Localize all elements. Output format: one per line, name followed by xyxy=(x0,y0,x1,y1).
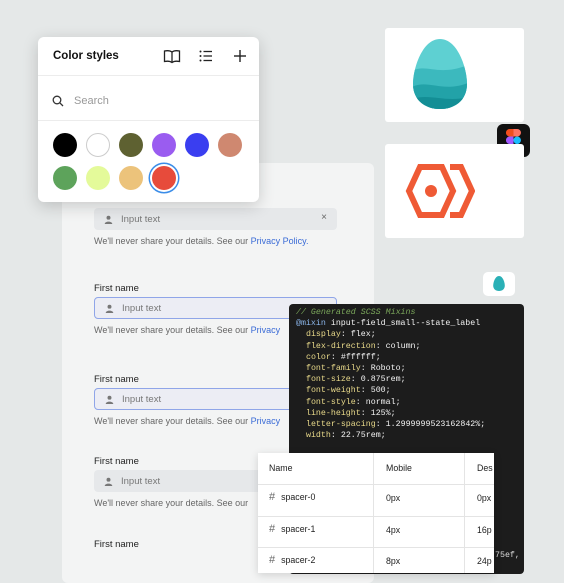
css-property: font-style xyxy=(305,397,356,407)
css-property: font-size xyxy=(305,375,351,385)
input-placeholder: Input text xyxy=(121,213,161,225)
css-property: line-height xyxy=(305,408,361,418)
clear-icon[interactable]: × xyxy=(321,212,327,223)
swatch-blue[interactable] xyxy=(185,133,209,157)
hexagon-logo-card[interactable] xyxy=(385,144,524,238)
privacy-link[interactable]: Privacy Policy. xyxy=(251,236,309,246)
row-divider xyxy=(258,547,494,548)
list-view-icon[interactable] xyxy=(197,47,215,65)
css-property: letter-spacing xyxy=(305,420,376,430)
css-property: color xyxy=(305,352,331,362)
text-input[interactable]: Input text × xyxy=(94,208,337,230)
spacer-table: Name Mobile Des # spacer-0 0px 0px # spacer-1… xyxy=(258,453,494,573)
spacer-name-cell: # spacer-0 xyxy=(269,491,315,503)
spacer-name: spacer-1 xyxy=(281,524,316,534)
code-comment: // Generated SCSS Mixins xyxy=(296,308,416,317)
column-divider xyxy=(464,453,465,573)
form-group: Input text × We'll never share your deta… xyxy=(94,208,337,246)
css-value: 500 xyxy=(370,386,386,396)
css-property: width xyxy=(305,431,331,441)
css-property: display xyxy=(305,330,341,340)
desktop-value-cell: 16p xyxy=(477,525,492,535)
css-value: 125% xyxy=(370,408,391,418)
privacy-link[interactable]: Privacy xyxy=(251,325,281,335)
swatch-red-selected[interactable] xyxy=(152,166,176,190)
egg-logo-icon xyxy=(413,39,467,109)
field-label: First name xyxy=(94,283,139,294)
column-divider xyxy=(373,453,374,573)
person-icon xyxy=(104,477,113,486)
plus-icon[interactable] xyxy=(231,47,249,65)
hash-icon: # xyxy=(269,554,276,566)
library-book-icon[interactable] xyxy=(163,47,181,65)
input-placeholder: Input text xyxy=(122,393,162,405)
css-value: flex xyxy=(350,330,371,340)
css-value: normal xyxy=(365,397,396,407)
privacy-link[interactable]: Privacy xyxy=(251,416,281,426)
popup-title: Color styles xyxy=(53,50,119,62)
egg-mini-icon xyxy=(483,272,515,296)
column-header-name: Name xyxy=(269,463,293,473)
swatch-tan[interactable] xyxy=(119,166,143,190)
swatch-light-yellow[interactable] xyxy=(86,166,110,190)
code-overflow-text: 75ef, xyxy=(495,551,520,560)
spacer-name-cell: # spacer-2 xyxy=(269,554,315,566)
divider xyxy=(38,120,259,121)
divider xyxy=(38,75,259,76)
swatch-terracotta[interactable] xyxy=(218,133,242,157)
swatch-purple[interactable] xyxy=(152,133,176,157)
css-property: font-family xyxy=(305,364,361,374)
search-icon xyxy=(52,95,64,107)
row-divider xyxy=(258,484,494,485)
input-placeholder: Input text xyxy=(122,302,162,314)
swatch-olive[interactable] xyxy=(119,133,143,157)
swatch-green[interactable] xyxy=(53,166,77,190)
mobile-value-cell: 4px xyxy=(386,525,401,535)
hash-icon: # xyxy=(269,491,276,503)
person-icon xyxy=(105,304,114,313)
hash-icon: # xyxy=(269,523,276,535)
egg-logo-card[interactable] xyxy=(385,28,524,122)
input-placeholder: Input text xyxy=(121,475,161,487)
color-styles-popup: Color styles xyxy=(38,37,259,202)
person-icon xyxy=(104,215,113,224)
search-bar xyxy=(52,91,247,111)
css-value: 0.875rem xyxy=(360,375,401,385)
css-value: Roboto xyxy=(370,364,401,374)
search-input[interactable] xyxy=(72,94,226,108)
spacer-name: spacer-0 xyxy=(281,492,316,502)
css-value: 22.75rem xyxy=(340,431,381,441)
hexagon-logo-icon xyxy=(405,164,475,218)
person-icon xyxy=(105,395,114,404)
css-property: font-weight xyxy=(305,386,361,396)
column-header-desktop: Des xyxy=(477,463,493,473)
mixin-name: input-field_small--state_label xyxy=(325,319,481,329)
css-property: flex-direction xyxy=(305,341,376,351)
column-header-mobile: Mobile xyxy=(386,463,412,473)
mixin-keyword: @mixin xyxy=(296,319,326,329)
desktop-value-cell: 0px xyxy=(477,493,492,503)
mobile-value-cell: 0px xyxy=(386,493,401,503)
spacer-name: spacer-2 xyxy=(281,555,316,565)
row-divider xyxy=(258,516,494,517)
swatch-black[interactable] xyxy=(53,133,77,157)
css-value: #ffffff xyxy=(340,352,376,362)
swatch-white[interactable] xyxy=(86,133,110,157)
css-value: column xyxy=(385,341,416,351)
help-text: We'll never share your details. See our … xyxy=(94,236,309,246)
css-value: 1.2999999523162842% xyxy=(385,420,481,430)
spacer-name-cell: # spacer-1 xyxy=(269,523,315,535)
